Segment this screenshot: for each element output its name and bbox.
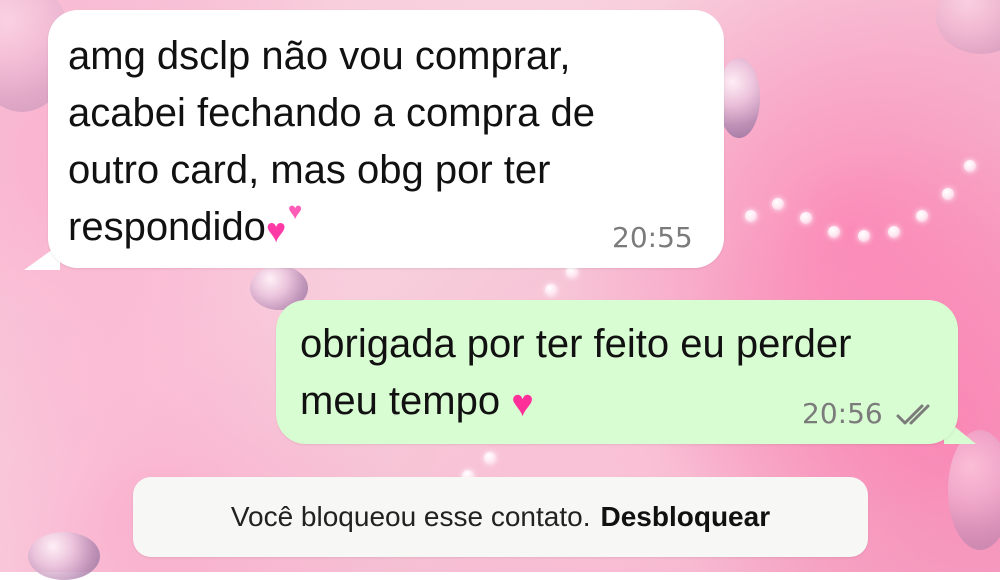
wallpaper-bead-2 [772,198,784,210]
unblock-button[interactable]: Desbloquear [601,501,771,533]
pink-heart-emoji: ♥ [511,383,534,425]
double-check-icon [896,404,930,425]
wallpaper-bead-3 [800,212,812,224]
incoming-message-line-4: respondido [68,205,266,249]
incoming-message-line-3: outro card, mas obg por ter [68,148,551,192]
outgoing-message-line-1: obrigada por ter feito eu perder [300,322,852,366]
incoming-message-line-2: acabei fechando a compra de [68,91,596,135]
incoming-message-line-1: amg dsclp não vou comprar, [68,34,571,78]
wallpaper-bead-12 [484,452,496,464]
wallpaper-bead-5 [858,230,870,242]
incoming-message-time: 20:55 [612,221,693,254]
wallpaper-balloon-4 [28,532,100,580]
blocked-contact-text: Você bloqueou esse contato. [230,501,591,532]
outgoing-message-time: 20:56 [802,397,883,430]
wallpaper-bead-4 [828,226,840,238]
wallpaper-balloon-2 [718,58,760,138]
wallpaper-bead-6 [888,226,900,238]
incoming-message-text: amg dsclp não vou comprar, acabei fechan… [68,28,688,256]
wallpaper-bead-7 [916,210,928,222]
wallpaper-bead-1 [745,210,757,222]
wallpaper-bead-8 [942,188,954,200]
blocked-contact-banner: Você bloqueou esse contato. Desbloquear [133,477,868,557]
wallpaper-bead-9 [964,160,976,172]
outgoing-message-line-2: meu tempo [300,379,501,423]
wallpaper-bead-11 [545,284,557,296]
two-hearts-emoji: ♥ ♥ [265,198,303,250]
